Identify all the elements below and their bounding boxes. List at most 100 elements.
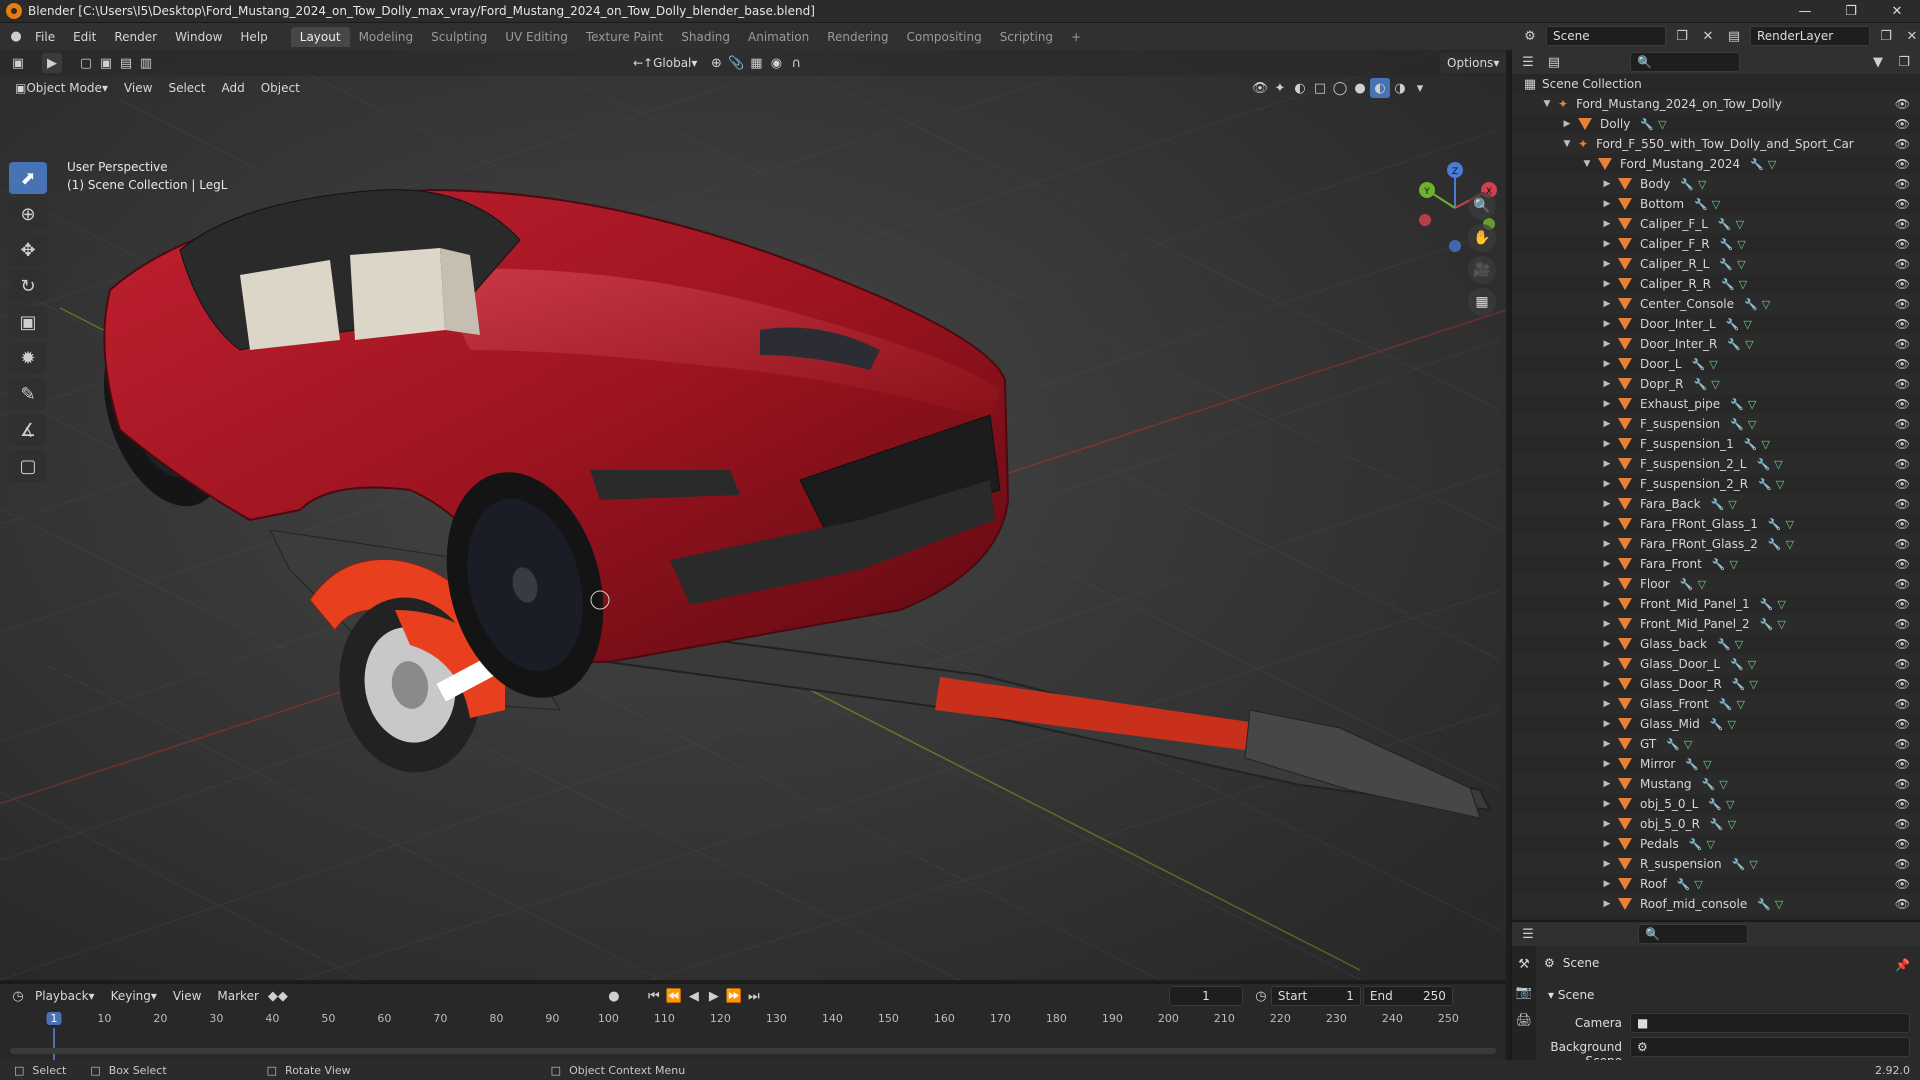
delete-scene-icon[interactable]: ✕ [1698,26,1718,46]
cursor-tool-icon[interactable]: ⊕ [9,198,47,230]
clock-icon[interactable]: ◷ [1251,986,1271,1006]
outliner-row[interactable]: ▶ Exhaust_pipe 🔧 ▽ 👁 [1512,394,1920,414]
visibility-eye-icon[interactable]: 👁 [1895,857,1910,871]
expand-right-icon[interactable]: ▶ [1602,459,1612,469]
shading-options-icon[interactable]: ▾ [1410,78,1430,98]
modifier-icon[interactable]: 🔧 [1758,478,1772,491]
mesh-data-icon[interactable]: ▽ [1745,338,1753,351]
expand-right-icon[interactable]: ▶ [1602,579,1612,589]
mesh-data-icon[interactable]: ▽ [1730,558,1738,571]
visibility-eye-icon[interactable]: 👁 [1895,817,1910,831]
modifier-icon[interactable]: 🔧 [1677,878,1691,891]
modifier-icon[interactable]: 🔧 [1708,798,1722,811]
expand-right-icon[interactable]: ▶ [1602,299,1612,309]
expand-right-icon[interactable]: ▶ [1602,319,1612,329]
menu-view[interactable]: View [117,78,159,98]
expand-down-icon[interactable]: ▼ [1542,99,1552,109]
expand-right-icon[interactable]: ▶ [1602,699,1612,709]
outliner-row[interactable]: ▼ ✦ Ford_Mustang_2024_on_Tow_Dolly 👁 [1512,94,1920,114]
outliner-row[interactable]: ▶ Mirror 🔧 ▽ 👁 [1512,754,1920,774]
modifier-icon[interactable]: 🔧 [1719,258,1733,271]
expand-right-icon[interactable]: ▶ [1602,679,1612,689]
visibility-eye-icon[interactable]: 👁 [1895,417,1910,431]
visibility-eye-icon[interactable]: 👁 [1895,597,1910,611]
minimize-icon[interactable]: — [1782,0,1828,22]
expand-right-icon[interactable]: ▶ [1602,759,1612,769]
visibility-eye-icon[interactable]: 👁 [1895,337,1910,351]
editor-type-icon[interactable]: ▣ [8,53,28,73]
modifier-icon[interactable]: 🔧 [1726,318,1740,331]
options-dropdown[interactable]: Options ▾ [1440,53,1506,73]
visibility-eye-icon[interactable]: 👁 [1895,157,1910,171]
visibility-eye-icon[interactable]: 👁 [1895,277,1910,291]
modifier-icon[interactable]: 🔧 [1721,278,1735,291]
visibility-eye-icon[interactable]: 👁 [1895,317,1910,331]
outliner-row[interactable]: ▶ F_suspension_2_L 🔧 ▽ 👁 [1512,454,1920,474]
expand-right-icon[interactable]: ▶ [1602,439,1612,449]
modifier-icon[interactable]: 🔧 [1760,618,1774,631]
outliner-search-input[interactable]: 🔍 [1630,52,1740,72]
outliner-row[interactable]: ▶ Mustang 🔧 ▽ 👁 [1512,774,1920,794]
tab-rendering[interactable]: Rendering [818,27,897,47]
render-layer-selector[interactable]: RenderLayer [1750,26,1870,46]
visibility-eye-icon[interactable]: 👁 [1895,697,1910,711]
start-frame-field[interactable]: Start 1 [1270,986,1361,1006]
modifier-icon[interactable]: 🔧 [1768,518,1782,531]
mesh-data-icon[interactable]: ▽ [1748,398,1756,411]
visibility-eye-icon[interactable]: 👁 [1895,437,1910,451]
menu-marker[interactable]: Marker [210,986,265,1006]
expand-down-icon[interactable]: ▼ [1582,159,1592,169]
mesh-data-icon[interactable]: ▽ [1726,798,1734,811]
outliner-row[interactable]: ▶ Door_Inter_L 🔧 ▽ 👁 [1512,314,1920,334]
tool-props-icon[interactable]: ⚒ [1514,954,1534,974]
modifier-icon[interactable]: 🔧 [1712,558,1726,571]
visibility-eye-icon[interactable]: 👁 [1895,737,1910,751]
snap-target-icon[interactable]: ▦ [746,53,766,73]
modifier-icon[interactable]: 🔧 [1702,778,1716,791]
mesh-data-icon[interactable]: ▽ [1709,358,1717,371]
modifier-icon[interactable]: 🔧 [1692,358,1706,371]
outliner-row[interactable]: ▶ F_suspension 🔧 ▽ 👁 [1512,414,1920,434]
modifier-icon[interactable]: 🔧 [1694,198,1708,211]
gizmo-toggle-icon[interactable]: ✦ [1270,78,1290,98]
modifier-icon[interactable]: 🔧 [1719,698,1733,711]
modifier-icon[interactable]: 🔧 [1689,838,1703,851]
visibility-eye-icon[interactable]: 👁 [1895,257,1910,271]
mesh-data-icon[interactable]: ▽ [1658,118,1666,131]
mesh-data-icon[interactable]: ▽ [1698,578,1706,591]
expand-right-icon[interactable]: ▶ [1602,559,1612,569]
menu-timeline-view[interactable]: View [166,986,208,1006]
modifier-icon[interactable]: 🔧 [1718,218,1732,231]
play-icon[interactable]: ▶ [704,986,724,1006]
outliner-row[interactable]: ▶ Fara_FRont_Glass_2 🔧 ▽ 👁 [1512,534,1920,554]
scene-icon[interactable]: ⚙ [1520,26,1540,46]
select-subtract-icon[interactable]: ▤ [116,53,136,73]
visibility-eye-icon[interactable]: 👁 [1895,557,1910,571]
menu-window[interactable]: Window [166,30,231,44]
select-mode-icon[interactable]: ▶ [42,53,62,73]
pan-hand-icon[interactable]: ✋ [1468,224,1496,252]
delete-layer-icon[interactable]: ✕ [1902,26,1920,46]
outliner-row[interactable]: ▶ Glass_Mid 🔧 ▽ 👁 [1512,714,1920,734]
expand-right-icon[interactable]: ▶ [1602,539,1612,549]
zoom-icon[interactable]: 🔍 [1468,192,1496,220]
outliner-row[interactable]: ▶ Front_Mid_Panel_1 🔧 ▽ 👁 [1512,594,1920,614]
outliner-row[interactable]: ▶ Fara_FRont_Glass_1 🔧 ▽ 👁 [1512,514,1920,534]
transform-orientation-dropdown[interactable]: ←↑ Global ▾ [626,53,705,73]
transform-tool-icon[interactable]: ✹ [9,342,47,374]
scene-selector[interactable]: Scene [1546,26,1666,46]
modifier-icon[interactable]: 🔧 [1680,578,1694,591]
annotate-tool-icon[interactable]: ✎ [9,378,47,410]
outliner-row[interactable]: ▼ ✦ Ford_F_550_with_Tow_Dolly_and_Sport_Ca… [1512,134,1920,154]
visibility-eye-icon[interactable]: 👁 [1895,97,1910,111]
expand-right-icon[interactable]: ▶ [1602,819,1612,829]
modifier-icon[interactable]: 🔧 [1666,738,1680,751]
visibility-eye-icon[interactable]: 👁 [1895,177,1910,191]
outliner-row[interactable]: ▶ Center_Console 🔧 ▽ 👁 [1512,294,1920,314]
modifier-icon[interactable]: 🔧 [1727,338,1741,351]
mesh-data-icon[interactable]: ▽ [1735,638,1743,651]
modifier-icon[interactable]: 🔧 [1717,638,1731,651]
outliner-row[interactable]: ▶ Fara_Back 🔧 ▽ 👁 [1512,494,1920,514]
modifier-icon[interactable]: 🔧 [1757,898,1771,911]
mesh-data-icon[interactable]: ▽ [1748,658,1756,671]
